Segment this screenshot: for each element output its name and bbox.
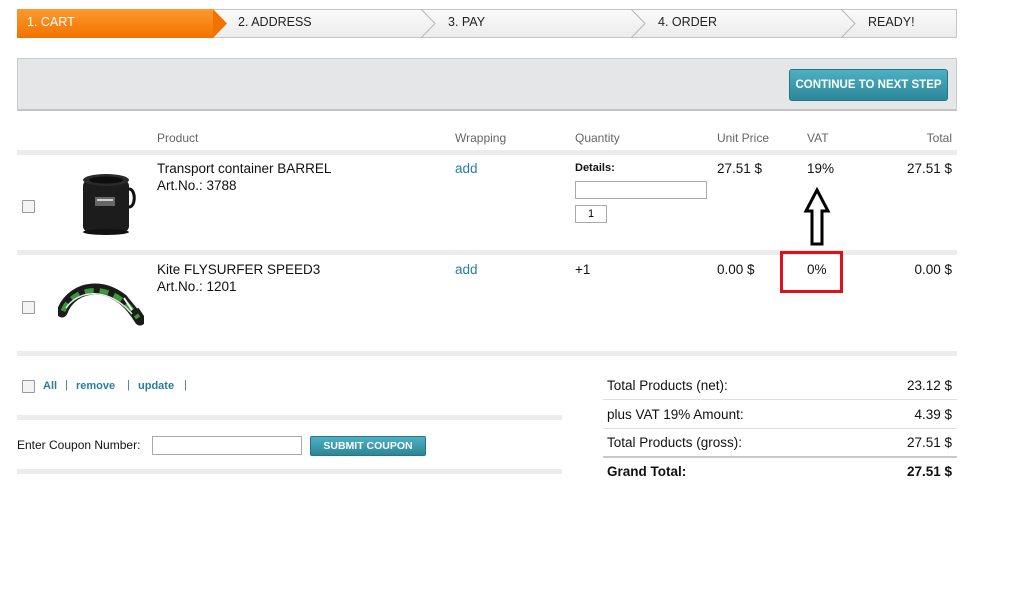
coupon-input[interactable] [152, 436, 302, 455]
total-gross-label: Total Products (gross): [607, 435, 743, 450]
grand-total-value: 27.51 $ [906, 464, 952, 479]
header-wrapping: Wrapping [455, 131, 507, 145]
row-2-checkbox[interactable] [22, 301, 35, 314]
row-2-product-name: Kite FLYSURFER SPEED3 [157, 262, 321, 277]
row-2-quantity: +1 [575, 262, 591, 277]
totals-divider-3 [603, 456, 957, 458]
row-1-vat: 19% [807, 161, 835, 176]
annotation-up-arrow-icon [803, 187, 831, 246]
header-vat: VAT [807, 131, 829, 145]
row-1-details-label: Details: [575, 162, 615, 174]
table-bottom-divider [17, 351, 957, 356]
row-2-article-number: Art.No.: 1201 [157, 279, 237, 294]
total-gross-value: 27.51 $ [906, 435, 952, 450]
header-unit-price: Unit Price [717, 131, 770, 145]
step-arrow-2 [421, 9, 436, 38]
header-product: Product [157, 131, 199, 145]
step-ready[interactable]: READY! [868, 15, 915, 29]
row-1-quantity-input[interactable] [575, 205, 607, 223]
step-arrow-3 [631, 9, 646, 38]
step-order[interactable]: 4. ORDER [658, 15, 717, 29]
row-1-details-input[interactable] [575, 181, 707, 199]
action-separator-3: | [184, 379, 187, 391]
kite-product-image [58, 283, 144, 326]
row-1-unit-price: 27.51 $ [717, 161, 763, 176]
remove-link[interactable]: remove [76, 380, 115, 392]
row-2-wrapping-add-link[interactable]: add [455, 262, 478, 277]
row-1-checkbox[interactable] [22, 200, 35, 213]
coupon-top-divider [17, 415, 562, 420]
coupon-label: Enter Coupon Number: [17, 438, 141, 452]
total-net-label: Total Products (net): [607, 378, 728, 393]
vat-amount-label: plus VAT 19% Amount: [607, 407, 744, 422]
step-arrow-4 [841, 9, 856, 38]
row-1-article-number: Art.No.: 3788 [157, 178, 237, 193]
step-pay[interactable]: 3. PAY [448, 15, 485, 29]
header-total: Total [926, 131, 952, 145]
row-1-product-name: Transport container BARREL [157, 161, 332, 176]
coupon-bottom-divider [17, 469, 562, 474]
totals-divider-2 [603, 428, 957, 429]
checkout-steps: 1. CART 2. ADDRESS 3. PAY 4. ORDER READY… [17, 9, 957, 38]
select-all-checkbox[interactable] [22, 380, 35, 393]
action-panel: CONTINUE TO NEXT STEP [17, 58, 957, 111]
annotation-highlight-box [780, 251, 843, 293]
step-cart[interactable]: 1. CART [27, 15, 75, 29]
row-1-wrapping-add-link[interactable]: add [455, 161, 478, 176]
table-header-divider [17, 150, 957, 155]
continue-button[interactable]: CONTINUE TO NEXT STEP [789, 69, 948, 101]
header-quantity: Quantity [575, 131, 620, 145]
row-2-unit-price: 0.00 $ [717, 262, 755, 277]
total-net-value: 23.12 $ [906, 378, 952, 393]
step-arrow-1 [213, 9, 227, 38]
step-address[interactable]: 2. ADDRESS [238, 15, 312, 29]
row-2-total: 0.00 $ [914, 262, 952, 277]
action-separator-2: | [127, 379, 130, 391]
vat-amount-value: 4.39 $ [914, 407, 952, 422]
select-all-link[interactable]: All [43, 380, 57, 392]
grand-total-label: Grand Total: [607, 464, 687, 479]
update-link[interactable]: update [138, 380, 174, 392]
submit-coupon-button[interactable]: SUBMIT COUPON [310, 436, 426, 456]
action-separator-1: | [65, 379, 68, 391]
barrel-product-image [83, 174, 136, 235]
totals-divider-1 [603, 399, 957, 400]
row-1-total: 27.51 $ [906, 161, 952, 176]
